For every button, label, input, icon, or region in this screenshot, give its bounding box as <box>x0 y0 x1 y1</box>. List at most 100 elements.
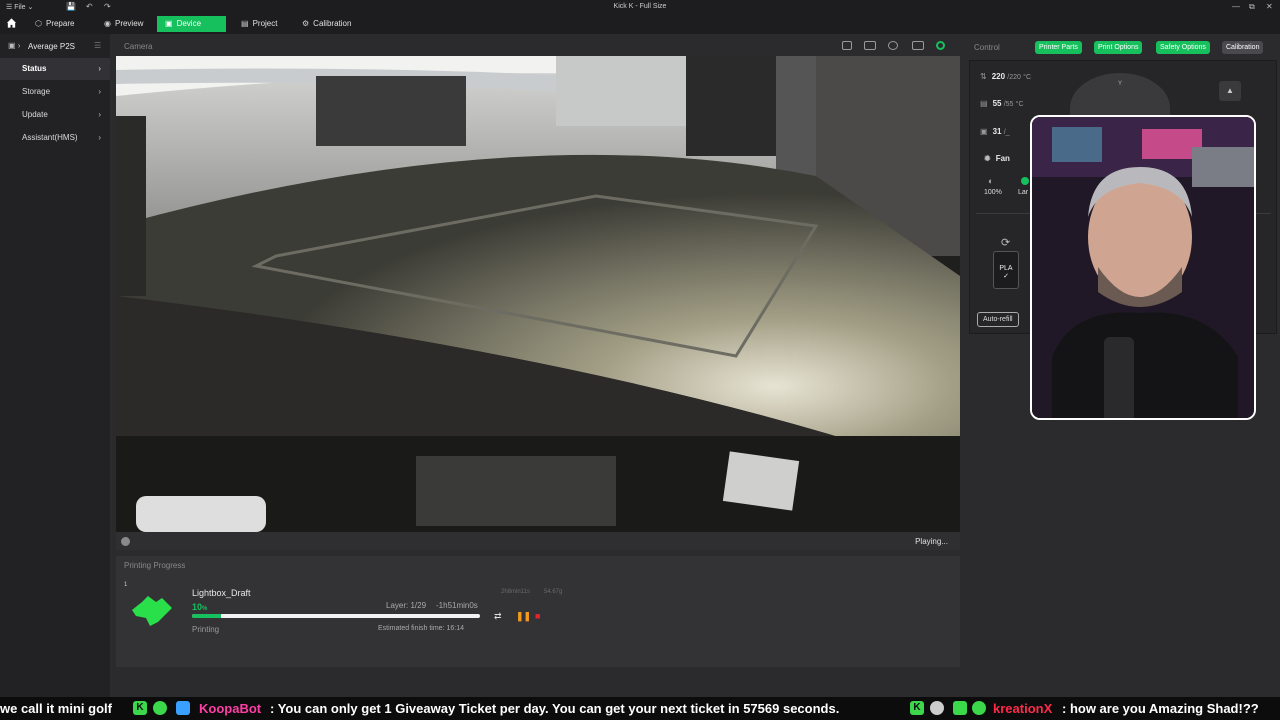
refresh-icon[interactable]: ⇄ <box>494 611 502 622</box>
progress-percent: 10% <box>192 602 207 612</box>
chat-username: KoopaBot <box>199 701 262 716</box>
nozzle-icon: ⇅ <box>980 72 987 81</box>
chamber-icon: ▣ <box>980 127 988 136</box>
camera-feed <box>116 56 960 532</box>
lamp-icon[interactable] <box>1021 177 1029 185</box>
nozzle-temp[interactable]: ⇅ 220 /220 °C <box>980 72 1031 81</box>
reload-icon[interactable]: ⟳ <box>1001 236 1010 249</box>
tab-preview[interactable]: ◉ Preview <box>96 16 151 32</box>
filament-type: PLA <box>999 265 1013 272</box>
stream-chat-ticker: we call it mini golf K KoopaBot : You ca… <box>0 697 1280 720</box>
cube-icon: ⬡ <box>35 19 42 28</box>
camera-image <box>116 56 960 532</box>
chat-username: kreationX <box>993 701 1053 716</box>
timelapse-icon[interactable] <box>888 41 898 50</box>
camera-header: Camera <box>116 38 960 54</box>
nozzle-temp-target: /220 <box>1007 74 1021 81</box>
device-selector[interactable]: ▣ › Average P2S ☰ <box>0 38 110 54</box>
lamp-label: Lar <box>1018 189 1029 196</box>
safety-options-button[interactable]: Safety Options <box>1156 41 1210 54</box>
camera-switch-icon[interactable] <box>842 41 852 50</box>
chamber-temp-value: 31 <box>992 127 1002 136</box>
webcam-image <box>1032 117 1254 418</box>
device-sidebar: ▣ › Average P2S ☰ Status › Storage › Updat… <box>0 34 110 720</box>
camera-header-label: Camera <box>124 42 153 51</box>
sidebar-item-status[interactable]: Status › <box>0 58 110 80</box>
tab-project-label: Project <box>252 19 278 28</box>
fan-label: Fan <box>995 154 1010 163</box>
jog-axis-label: Y <box>1118 81 1123 87</box>
emote-icon <box>153 701 167 715</box>
z-up-button[interactable]: ▲ <box>1219 81 1241 101</box>
sidebar-item-update[interactable]: Update › <box>0 104 110 126</box>
app-root: ☰ File ⌄ 💾 ↶ ↷ Kick K - Full Size — ⧉ ✕ … <box>0 0 1280 720</box>
fan-row[interactable]: ✹ Fan <box>984 154 1010 163</box>
control-header: Control Printer Parts Print Options Safe… <box>966 38 1280 58</box>
close-icon[interactable]: ✕ <box>1266 2 1273 11</box>
chat-message: we call it mini golf <box>0 701 112 716</box>
sidebar-item-label: Storage <box>22 87 51 96</box>
camera-playing-status: Playing... <box>915 537 948 546</box>
bed-icon: ▤ <box>980 99 988 108</box>
print-options-button[interactable]: Print Options <box>1094 41 1143 54</box>
sidebar-item-label: Status <box>22 64 47 73</box>
eye-icon: ◉ <box>104 19 111 28</box>
sidebar-item-assistant[interactable]: Assistant(HMS) › <box>0 127 110 149</box>
filament-slot[interactable]: PLA ✓ <box>993 251 1019 289</box>
stop-icon[interactable]: ■ <box>535 611 540 621</box>
camera-settings-icon[interactable] <box>121 537 130 546</box>
tab-calibration[interactable]: ⚙ Calibration <box>294 16 359 32</box>
progress-bar <box>192 614 480 618</box>
calibration-button[interactable]: Calibration <box>1222 41 1264 54</box>
tab-prepare-label: Prepare <box>45 19 75 28</box>
device-name: Average P2S <box>28 42 75 51</box>
sidebar-item-storage[interactable]: Storage › <box>0 81 110 103</box>
fan-speed-icon: ◐ <box>988 176 994 186</box>
edit-icon: ✓ <box>1003 273 1009 280</box>
bed-temp-value: 55 <box>992 99 1002 108</box>
bed-temp[interactable]: ▤ 55 /55 °C <box>980 99 1024 108</box>
pause-icon[interactable]: ❚❚ <box>516 611 531 622</box>
emote-icon <box>930 701 944 715</box>
title-bar: ☰ File ⌄ 💾 ↶ ↷ Kick K - Full Size — ⧉ ✕ <box>0 0 1280 14</box>
kick-badge-icon: K <box>133 701 147 715</box>
chevron-right-icon: › <box>98 110 101 119</box>
layer-count: Layer: 1/29 <box>386 601 427 610</box>
live-status-icon[interactable] <box>936 41 945 50</box>
minimize-icon[interactable]: — <box>1232 2 1240 11</box>
snapshot-icon[interactable] <box>864 41 876 50</box>
device-icon: ▣ <box>165 19 173 28</box>
temp-unit: °C <box>1023 74 1032 81</box>
printing-progress-panel: Printing Progress 1 Lightbox_Draft 10% 2… <box>116 556 960 667</box>
printer-icon: ▣ › <box>8 41 21 50</box>
document-icon: ▤ <box>241 19 249 28</box>
home-icon[interactable] <box>6 17 17 29</box>
plate-number: 1 <box>124 582 128 588</box>
fan-speed-value: 100% <box>984 189 1002 196</box>
model-thumbnail <box>132 596 172 626</box>
print-status: Printing <box>192 625 220 634</box>
job-name: Lightbox_Draft <box>192 588 251 598</box>
progress-bar-fill <box>192 614 221 618</box>
print-time-stat: 2h8min11s <box>501 589 530 595</box>
printer-parts-button[interactable]: Printer Parts <box>1035 41 1082 54</box>
tab-prepare[interactable]: ⬡ Prepare <box>27 16 82 32</box>
video-icon[interactable] <box>912 41 924 50</box>
sidebar-item-label: Assistant(HMS) <box>22 133 78 142</box>
auto-refill-button[interactable]: Auto-refill <box>977 312 1019 327</box>
chat-message: : You can only get 1 Giveaway Ticket per… <box>270 701 840 716</box>
time-remaining: -1h51min0s <box>436 601 478 610</box>
tab-project[interactable]: ▤ Project <box>233 16 285 32</box>
streamer-webcam-overlay <box>1030 115 1256 420</box>
camera-footer: Playing... <box>116 532 960 550</box>
tab-device[interactable]: ▣ Device <box>157 16 226 32</box>
chamber-temp[interactable]: ▣ 31 /_ <box>980 127 1010 136</box>
estimated-finish-time: Estimated finish time: 16:14 <box>378 625 464 632</box>
restore-icon[interactable]: ⧉ <box>1249 2 1255 12</box>
chevron-right-icon: › <box>98 64 101 73</box>
nozzle-temp-value: 220 <box>991 72 1006 81</box>
emote-icon <box>953 701 967 715</box>
control-header-label: Control <box>974 43 1000 52</box>
list-menu-icon[interactable]: ☰ <box>94 41 101 50</box>
chat-message: : how are you Amazing Shad!?? <box>1062 701 1259 716</box>
